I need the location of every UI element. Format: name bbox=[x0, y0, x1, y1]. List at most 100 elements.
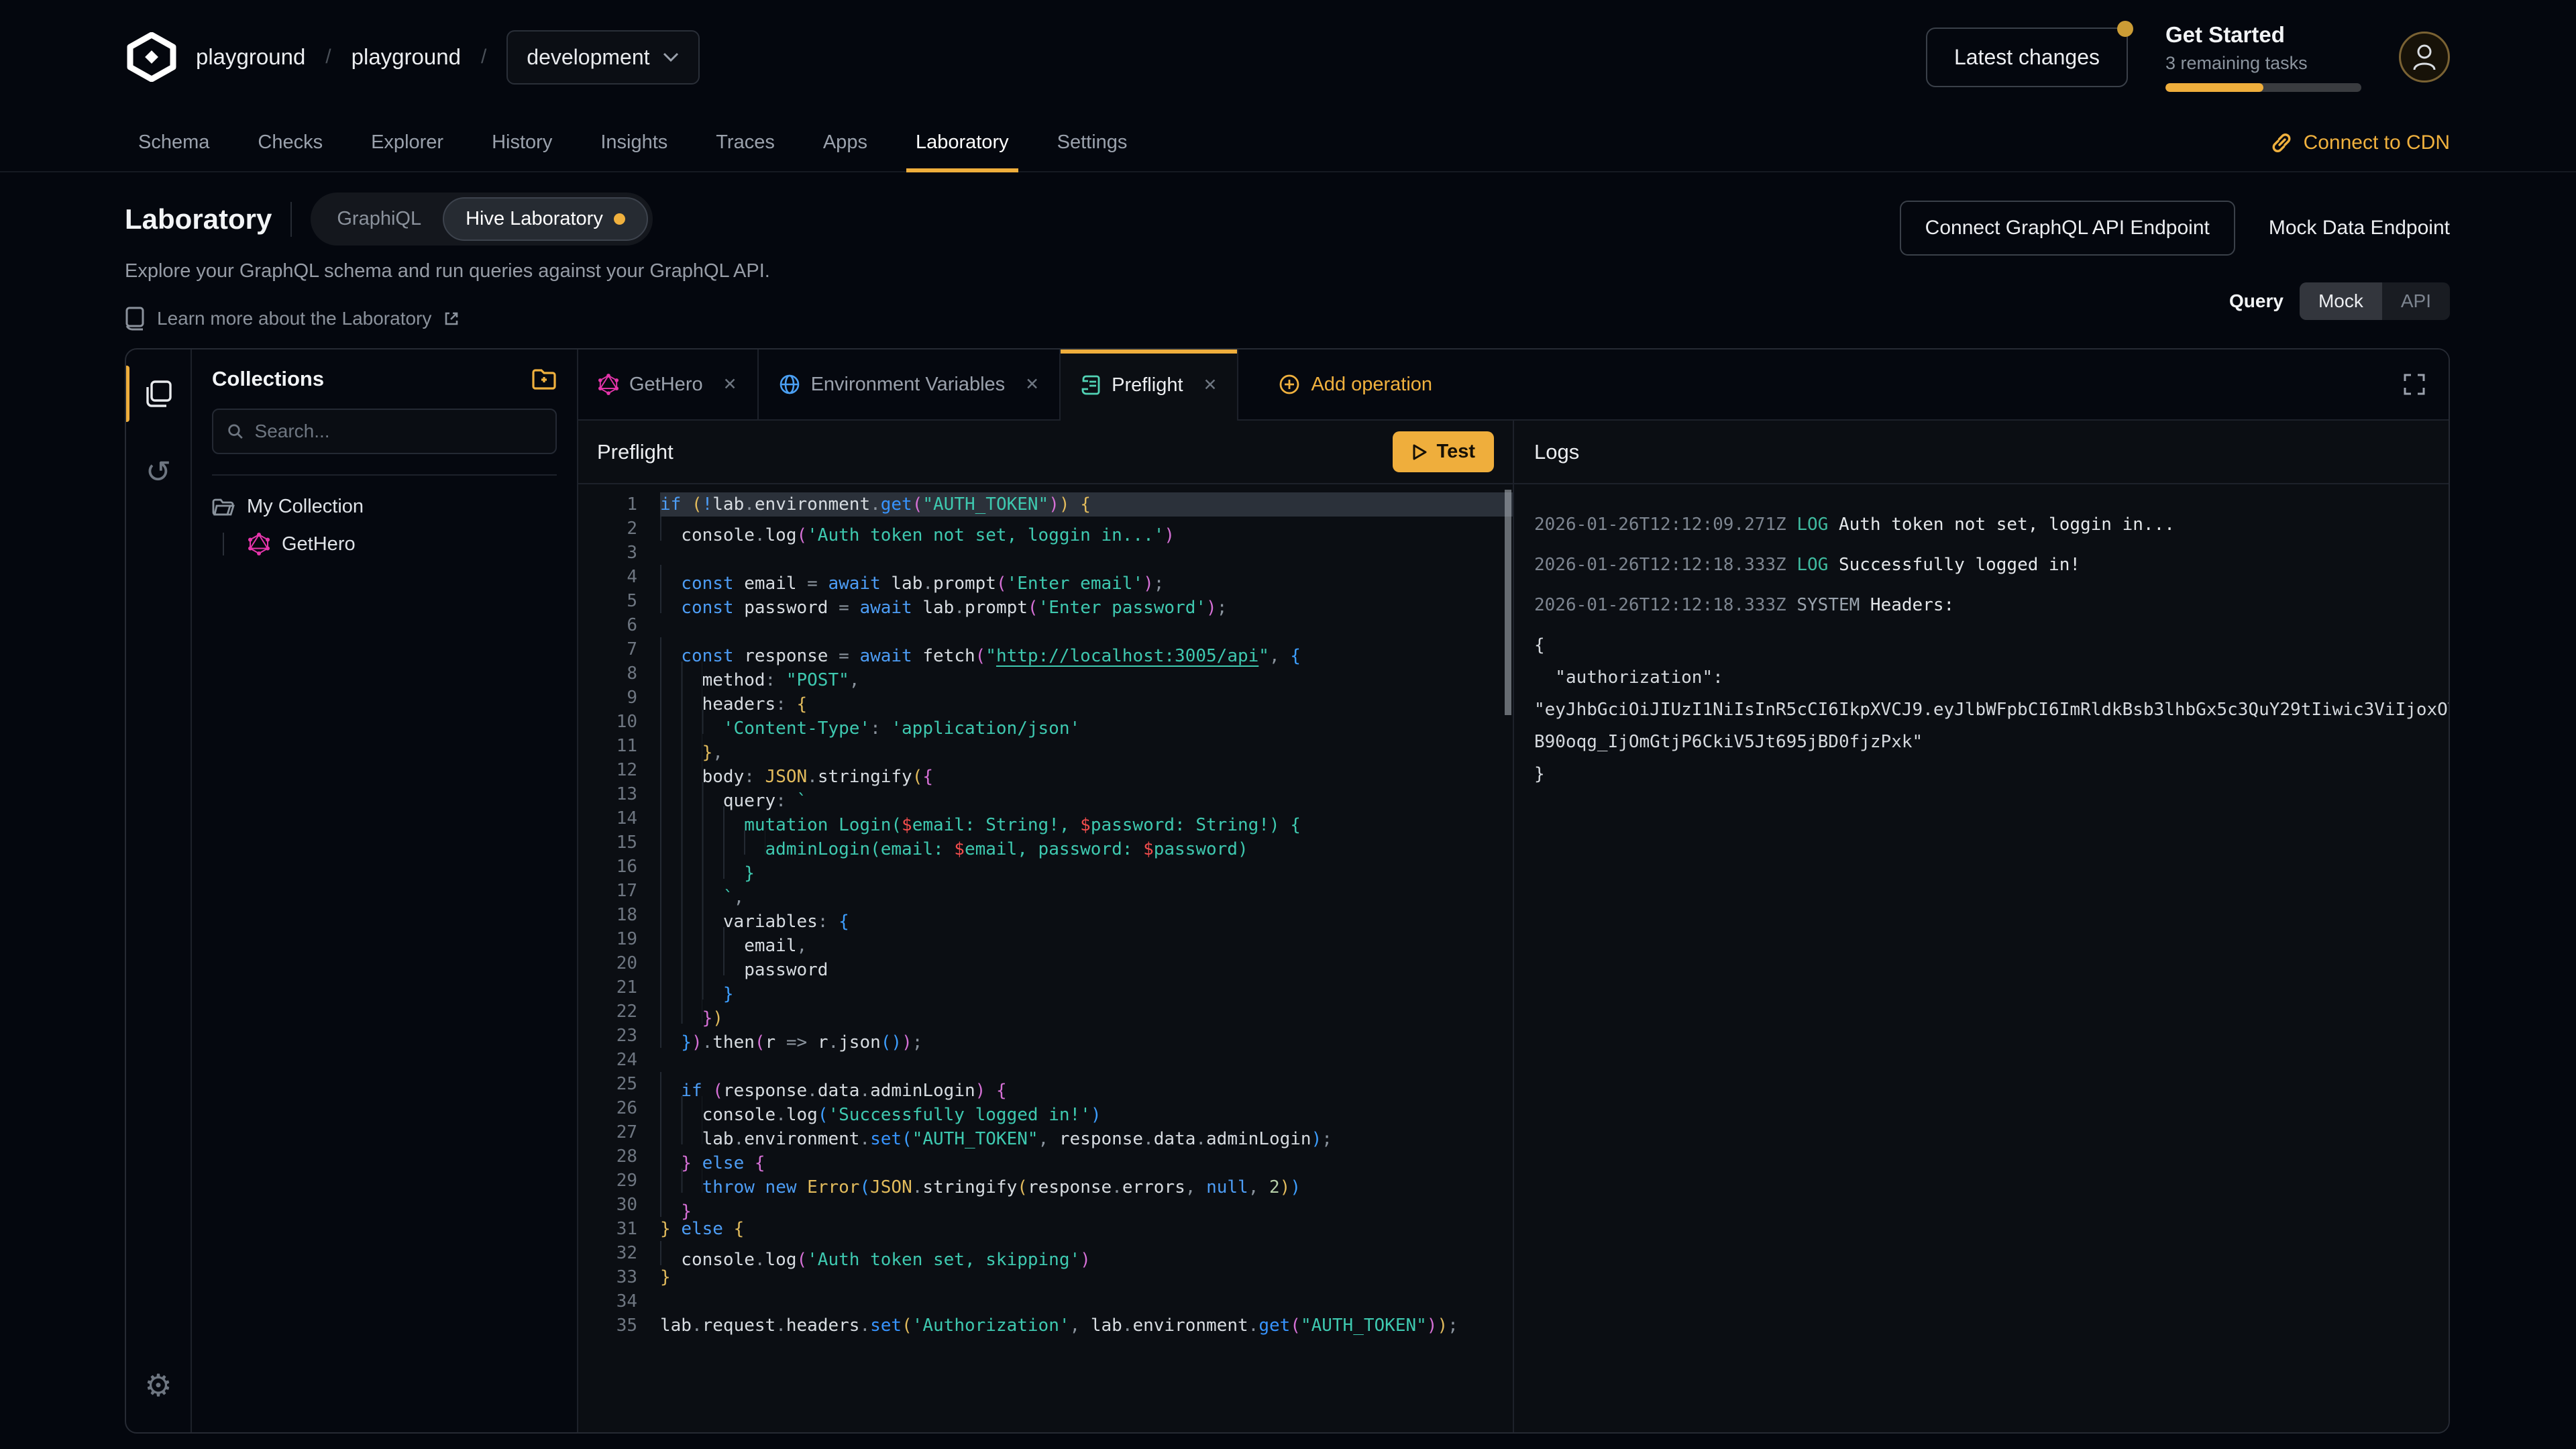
test-button[interactable]: Test bbox=[1393, 431, 1494, 472]
preflight-editor-panel: Preflight Test 1if (!lab.environment.get… bbox=[578, 421, 1514, 1432]
code-line[interactable]: 12body: JSON.stringify({ bbox=[578, 758, 1513, 782]
hive-logo-icon[interactable] bbox=[125, 32, 178, 82]
code-line[interactable]: 5const password = await lab.prompt('Ente… bbox=[578, 589, 1513, 613]
code-line[interactable]: 33} bbox=[578, 1265, 1513, 1289]
operation-label: GetHero bbox=[282, 533, 356, 555]
breadcrumb-project[interactable]: playground bbox=[352, 44, 461, 70]
code-line[interactable]: 34 bbox=[578, 1289, 1513, 1313]
code-line[interactable]: 15adminLogin(email: $email, password: $p… bbox=[578, 830, 1513, 855]
code-line[interactable]: 16} bbox=[578, 855, 1513, 879]
rail-history-button[interactable]: ↺ bbox=[138, 451, 178, 492]
line-number: 3 bbox=[578, 541, 660, 565]
nav-item-apps[interactable]: Apps bbox=[823, 114, 867, 171]
code-line[interactable]: 31} else { bbox=[578, 1217, 1513, 1241]
code-line[interactable]: 30} bbox=[578, 1193, 1513, 1217]
nav-item-schema[interactable]: Schema bbox=[138, 114, 209, 171]
mode-graphiql[interactable]: GraphiQL bbox=[315, 199, 443, 239]
get-started-progress-fill bbox=[2165, 83, 2263, 92]
line-number: 8 bbox=[578, 661, 660, 686]
code-line[interactable]: 20password bbox=[578, 951, 1513, 975]
code-line[interactable]: 6 bbox=[578, 613, 1513, 637]
line-number: 4 bbox=[578, 565, 660, 589]
editor-scrollbar[interactable] bbox=[1505, 490, 1511, 715]
code-line[interactable]: 22}) bbox=[578, 1000, 1513, 1024]
nav-item-laboratory[interactable]: Laboratory bbox=[916, 114, 1009, 171]
tab-environment-variables[interactable]: Environment Variables✕ bbox=[759, 350, 1061, 419]
breadcrumb-org[interactable]: playground bbox=[196, 44, 305, 70]
line-number: 12 bbox=[578, 758, 660, 782]
get-started-widget[interactable]: Get Started 3 remaining tasks bbox=[2165, 22, 2361, 92]
code-line[interactable]: 14mutation Login($email: String!, $passw… bbox=[578, 806, 1513, 830]
code-line[interactable]: 9headers: { bbox=[578, 686, 1513, 710]
tab-preflight[interactable]: Preflight✕ bbox=[1061, 350, 1238, 421]
search-input[interactable] bbox=[255, 421, 542, 442]
code-line[interactable]: 29throw new Error(JSON.stringify(respons… bbox=[578, 1169, 1513, 1193]
code-line[interactable]: 10'Content-Type': 'application/json' bbox=[578, 710, 1513, 734]
fullscreen-icon[interactable] bbox=[2403, 373, 2426, 396]
chevron-down-icon bbox=[662, 52, 680, 62]
add-folder-icon[interactable] bbox=[531, 368, 557, 390]
code-line-content bbox=[660, 541, 1513, 565]
learn-more-link[interactable]: Learn more about the Laboratory bbox=[125, 307, 770, 331]
nav-item-history[interactable]: History bbox=[492, 114, 552, 171]
close-tab-icon[interactable]: ✕ bbox=[1025, 374, 1039, 394]
collection-folder-row[interactable]: My Collection bbox=[212, 496, 557, 518]
code-line[interactable]: 18variables: { bbox=[578, 903, 1513, 927]
query-mode-mock[interactable]: Mock bbox=[2300, 282, 2382, 320]
nav-item-traces[interactable]: Traces bbox=[716, 114, 775, 171]
code-line[interactable]: 28} else { bbox=[578, 1144, 1513, 1169]
code-line[interactable]: 32console.log('Auth token set, skipping'… bbox=[578, 1241, 1513, 1265]
query-mode-api[interactable]: API bbox=[2382, 282, 2450, 320]
code-editor[interactable]: 1if (!lab.environment.get("AUTH_TOKEN"))… bbox=[578, 484, 1513, 1432]
laboratory-section: Laboratory GraphiQL Hive Laboratory Expl… bbox=[0, 172, 2576, 331]
code-line[interactable]: 2console.log('Auth token not set, loggin… bbox=[578, 517, 1513, 541]
code-line[interactable]: 19email, bbox=[578, 927, 1513, 951]
rail-settings-button[interactable]: ⚙ bbox=[138, 1365, 178, 1405]
code-line[interactable]: 4const email = await lab.prompt('Enter e… bbox=[578, 565, 1513, 589]
tab-add-operation[interactable]: Add operation bbox=[1258, 350, 1452, 419]
code-line[interactable]: 3 bbox=[578, 541, 1513, 565]
code-line-content: variables: { bbox=[660, 903, 1513, 927]
nav-item-explorer[interactable]: Explorer bbox=[371, 114, 443, 171]
code-line[interactable]: 7const response = await fetch("http://lo… bbox=[578, 637, 1513, 661]
line-number: 21 bbox=[578, 975, 660, 1000]
line-number: 26 bbox=[578, 1096, 660, 1120]
code-line[interactable]: 23}).then(r => r.json()); bbox=[578, 1024, 1513, 1048]
nav-item-checks[interactable]: Checks bbox=[258, 114, 323, 171]
code-line[interactable]: 21} bbox=[578, 975, 1513, 1000]
code-line[interactable]: 24 bbox=[578, 1048, 1513, 1072]
mode-hive-laboratory[interactable]: Hive Laboratory bbox=[443, 197, 648, 241]
link-icon bbox=[2270, 131, 2293, 154]
code-line[interactable]: 35lab.request.headers.set('Authorization… bbox=[578, 1313, 1513, 1338]
nav-item-insights[interactable]: Insights bbox=[600, 114, 667, 171]
notification-dot bbox=[2117, 21, 2133, 37]
code-line[interactable]: 11}, bbox=[578, 734, 1513, 758]
tab-gethero[interactable]: GetHero✕ bbox=[578, 350, 759, 419]
page-description: Explore your GraphQL schema and run quer… bbox=[125, 260, 770, 282]
line-number: 20 bbox=[578, 951, 660, 975]
latest-changes-button[interactable]: Latest changes bbox=[1926, 28, 2128, 87]
code-line-content: } bbox=[660, 1265, 1513, 1289]
user-avatar[interactable] bbox=[2399, 32, 2450, 83]
connect-graphql-endpoint-button[interactable]: Connect GraphQL API Endpoint bbox=[1900, 201, 2235, 256]
code-line[interactable]: 1if (!lab.environment.get("AUTH_TOKEN"))… bbox=[578, 492, 1513, 517]
nav-item-settings[interactable]: Settings bbox=[1057, 114, 1128, 171]
open-folder-icon bbox=[212, 498, 235, 517]
collections-search[interactable] bbox=[212, 409, 557, 454]
operation-row-gethero[interactable]: GetHero bbox=[248, 533, 557, 555]
code-line[interactable]: 25if (response.data.adminLogin) { bbox=[578, 1072, 1513, 1096]
code-line[interactable]: 27lab.environment.set("AUTH_TOKEN", resp… bbox=[578, 1120, 1513, 1144]
close-tab-icon[interactable]: ✕ bbox=[723, 374, 737, 394]
code-line[interactable]: 8method: "POST", bbox=[578, 661, 1513, 686]
line-number: 35 bbox=[578, 1313, 660, 1338]
code-line[interactable]: 13query: ` bbox=[578, 782, 1513, 806]
code-line[interactable]: 26console.log('Successfully logged in!') bbox=[578, 1096, 1513, 1120]
code-line-content: query: ` bbox=[660, 782, 1513, 806]
rail-collections-button[interactable] bbox=[138, 374, 178, 414]
close-tab-icon[interactable]: ✕ bbox=[1203, 375, 1218, 395]
target-selector[interactable]: development bbox=[506, 30, 699, 85]
connect-to-cdn-link[interactable]: Connect to CDN bbox=[2270, 114, 2450, 171]
mock-data-endpoint-button[interactable]: Mock Data Endpoint bbox=[2269, 217, 2450, 239]
play-icon bbox=[1411, 443, 1428, 461]
code-line[interactable]: 17`, bbox=[578, 879, 1513, 903]
